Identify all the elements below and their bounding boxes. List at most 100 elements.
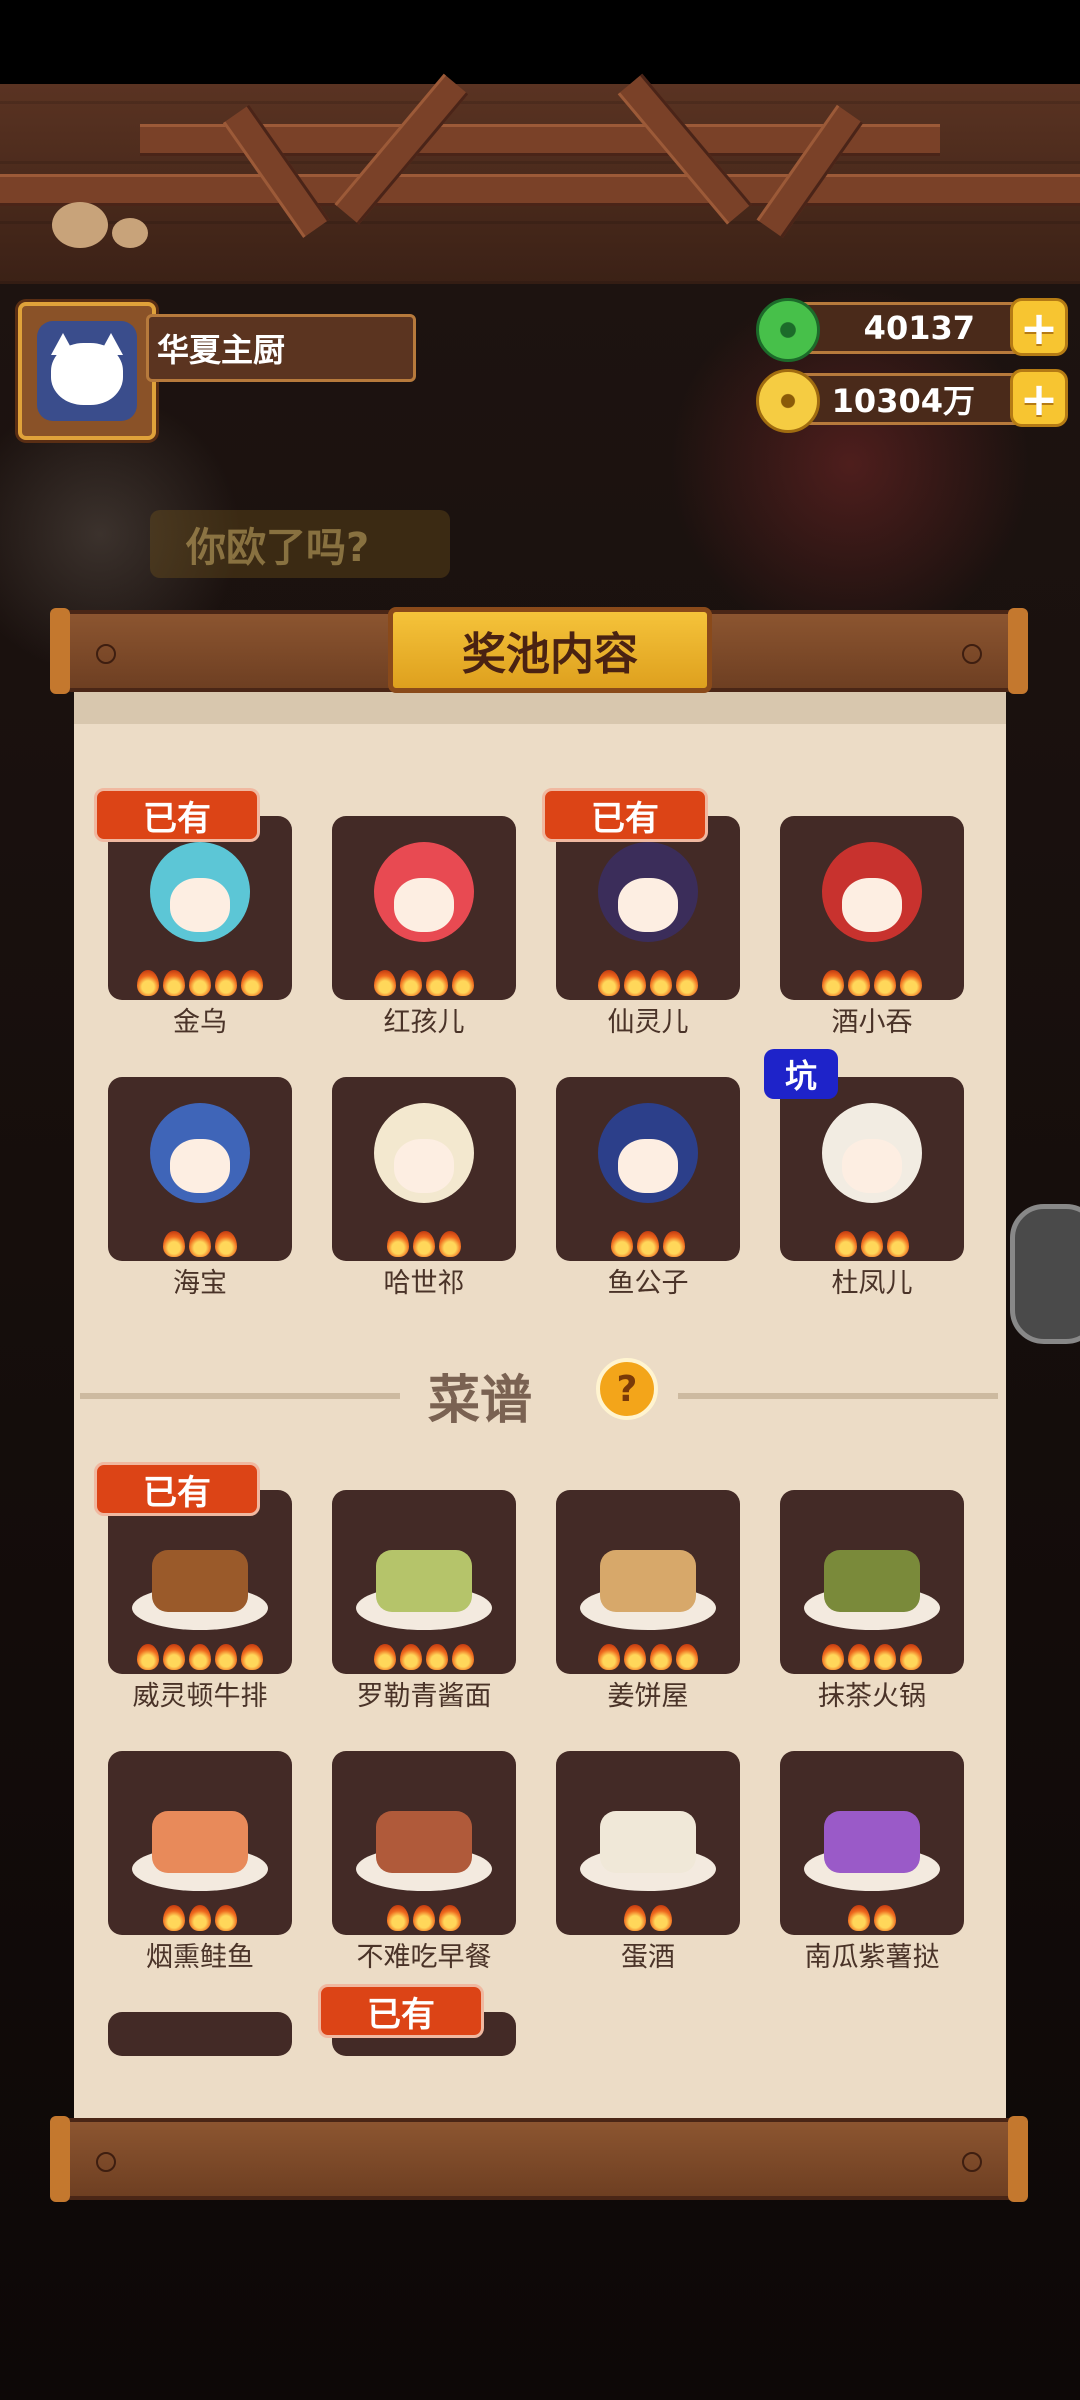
flame-icon (215, 970, 237, 996)
recipe-card[interactable] (108, 1751, 292, 1935)
recipes-section-title: 菜谱 (427, 1371, 532, 1431)
star-rating (780, 970, 964, 996)
flame-icon (624, 970, 646, 996)
star-rating (556, 970, 740, 996)
character-name: 酒小吞 (831, 1007, 913, 1038)
section-divider-right (678, 1393, 998, 1399)
character-card[interactable] (332, 816, 516, 1000)
flame-icon (189, 970, 211, 996)
flame-icon (822, 1644, 844, 1670)
gold-coin-icon (756, 369, 820, 433)
flame-icon (137, 970, 159, 996)
recipe-name: 罗勒青酱面 (356, 1681, 492, 1712)
add-coins-button[interactable]: + (1010, 369, 1068, 427)
owned-badge: 已有 (94, 1462, 260, 1516)
chick-decoration-icon (52, 202, 108, 248)
flame-icon (189, 1231, 211, 1257)
pit-badge: 坑 (764, 1049, 838, 1099)
flame-icon (624, 1905, 646, 1931)
flame-icon (835, 1231, 857, 1257)
star-rating (332, 1905, 516, 1931)
flame-icon (215, 1231, 237, 1257)
flame-icon (676, 970, 698, 996)
flame-icon (874, 1905, 896, 1931)
recipe-card[interactable] (556, 1751, 740, 1935)
character-card[interactable] (780, 1077, 964, 1261)
flame-icon (598, 970, 620, 996)
character-card[interactable] (108, 1077, 292, 1261)
flame-icon (163, 1905, 185, 1931)
recipe-name: 不难吃早餐 (356, 1942, 492, 1973)
flame-icon (189, 1644, 211, 1670)
flame-icon (650, 970, 672, 996)
star-rating (780, 1905, 964, 1931)
star-rating (332, 1231, 516, 1257)
recipe-card[interactable] (556, 1490, 740, 1674)
recipe-name: 烟熏鲑鱼 (146, 1942, 254, 1973)
status-bar (0, 0, 1080, 84)
flame-icon (426, 970, 448, 996)
add-jade-button[interactable]: + (1010, 298, 1068, 356)
flame-icon (413, 1905, 435, 1931)
character-name: 金乌 (173, 1007, 227, 1038)
side-menu-tab[interactable] (1010, 1204, 1080, 1344)
flame-icon (874, 1644, 896, 1670)
character-card[interactable] (108, 816, 292, 1000)
flame-icon (861, 1231, 883, 1257)
flame-icon (650, 1644, 672, 1670)
recipe-card[interactable] (108, 2012, 292, 2056)
character-card[interactable] (556, 1077, 740, 1261)
flame-icon (439, 1231, 461, 1257)
star-rating (780, 1231, 964, 1257)
star-rating (556, 1905, 740, 1931)
character-name: 海宝 (173, 1268, 227, 1299)
character-card[interactable] (556, 816, 740, 1000)
flame-icon (189, 1905, 211, 1931)
flame-icon (900, 1644, 922, 1670)
character-card[interactable] (780, 816, 964, 1000)
character-name: 鱼公子 (607, 1268, 689, 1299)
flame-icon (163, 1644, 185, 1670)
jade-coin-icon (756, 298, 820, 362)
flame-icon (848, 1644, 870, 1670)
flame-icon (241, 970, 263, 996)
flame-icon (452, 970, 474, 996)
flame-icon (387, 1905, 409, 1931)
question-icon[interactable]: ? (596, 1358, 658, 1420)
star-rating (556, 1231, 740, 1257)
flame-icon (848, 970, 870, 996)
recipe-name: 威灵顿牛排 (132, 1681, 268, 1712)
recipe-card[interactable] (332, 1490, 516, 1674)
character-name: 哈世祁 (383, 1268, 465, 1299)
star-rating (108, 1644, 292, 1670)
flame-icon (439, 1905, 461, 1931)
flame-icon (822, 970, 844, 996)
flame-icon (374, 1644, 396, 1670)
flame-icon (887, 1231, 909, 1257)
recipe-card[interactable] (108, 1490, 292, 1674)
star-rating (332, 1644, 516, 1670)
coin-amount: 10304万 (831, 382, 975, 420)
character-card[interactable] (332, 1077, 516, 1261)
flame-icon (400, 1644, 422, 1670)
jade-amount: 40137 (863, 309, 975, 347)
character-name: 仙灵儿 (607, 1007, 689, 1038)
scroll-bottom-bar (50, 2116, 1028, 2202)
player-avatar[interactable] (18, 302, 156, 440)
background-banner: 你欧了吗? (150, 510, 450, 578)
recipe-name: 姜饼屋 (607, 1681, 689, 1712)
recipe-card[interactable] (780, 1751, 964, 1935)
flame-icon (650, 1905, 672, 1931)
recipe-name: 蛋酒 (621, 1942, 675, 1973)
flame-icon (215, 1905, 237, 1931)
flame-icon (137, 1644, 159, 1670)
flame-icon (413, 1231, 435, 1257)
recipe-card[interactable] (332, 1751, 516, 1935)
player-name: 华夏主厨 (146, 314, 416, 382)
flame-icon (676, 1644, 698, 1670)
flame-icon (452, 1644, 474, 1670)
flame-icon (663, 1231, 685, 1257)
recipe-card[interactable] (780, 1490, 964, 1674)
recipe-name: 南瓜紫薯挞 (804, 1942, 940, 1973)
star-rating (556, 1644, 740, 1670)
